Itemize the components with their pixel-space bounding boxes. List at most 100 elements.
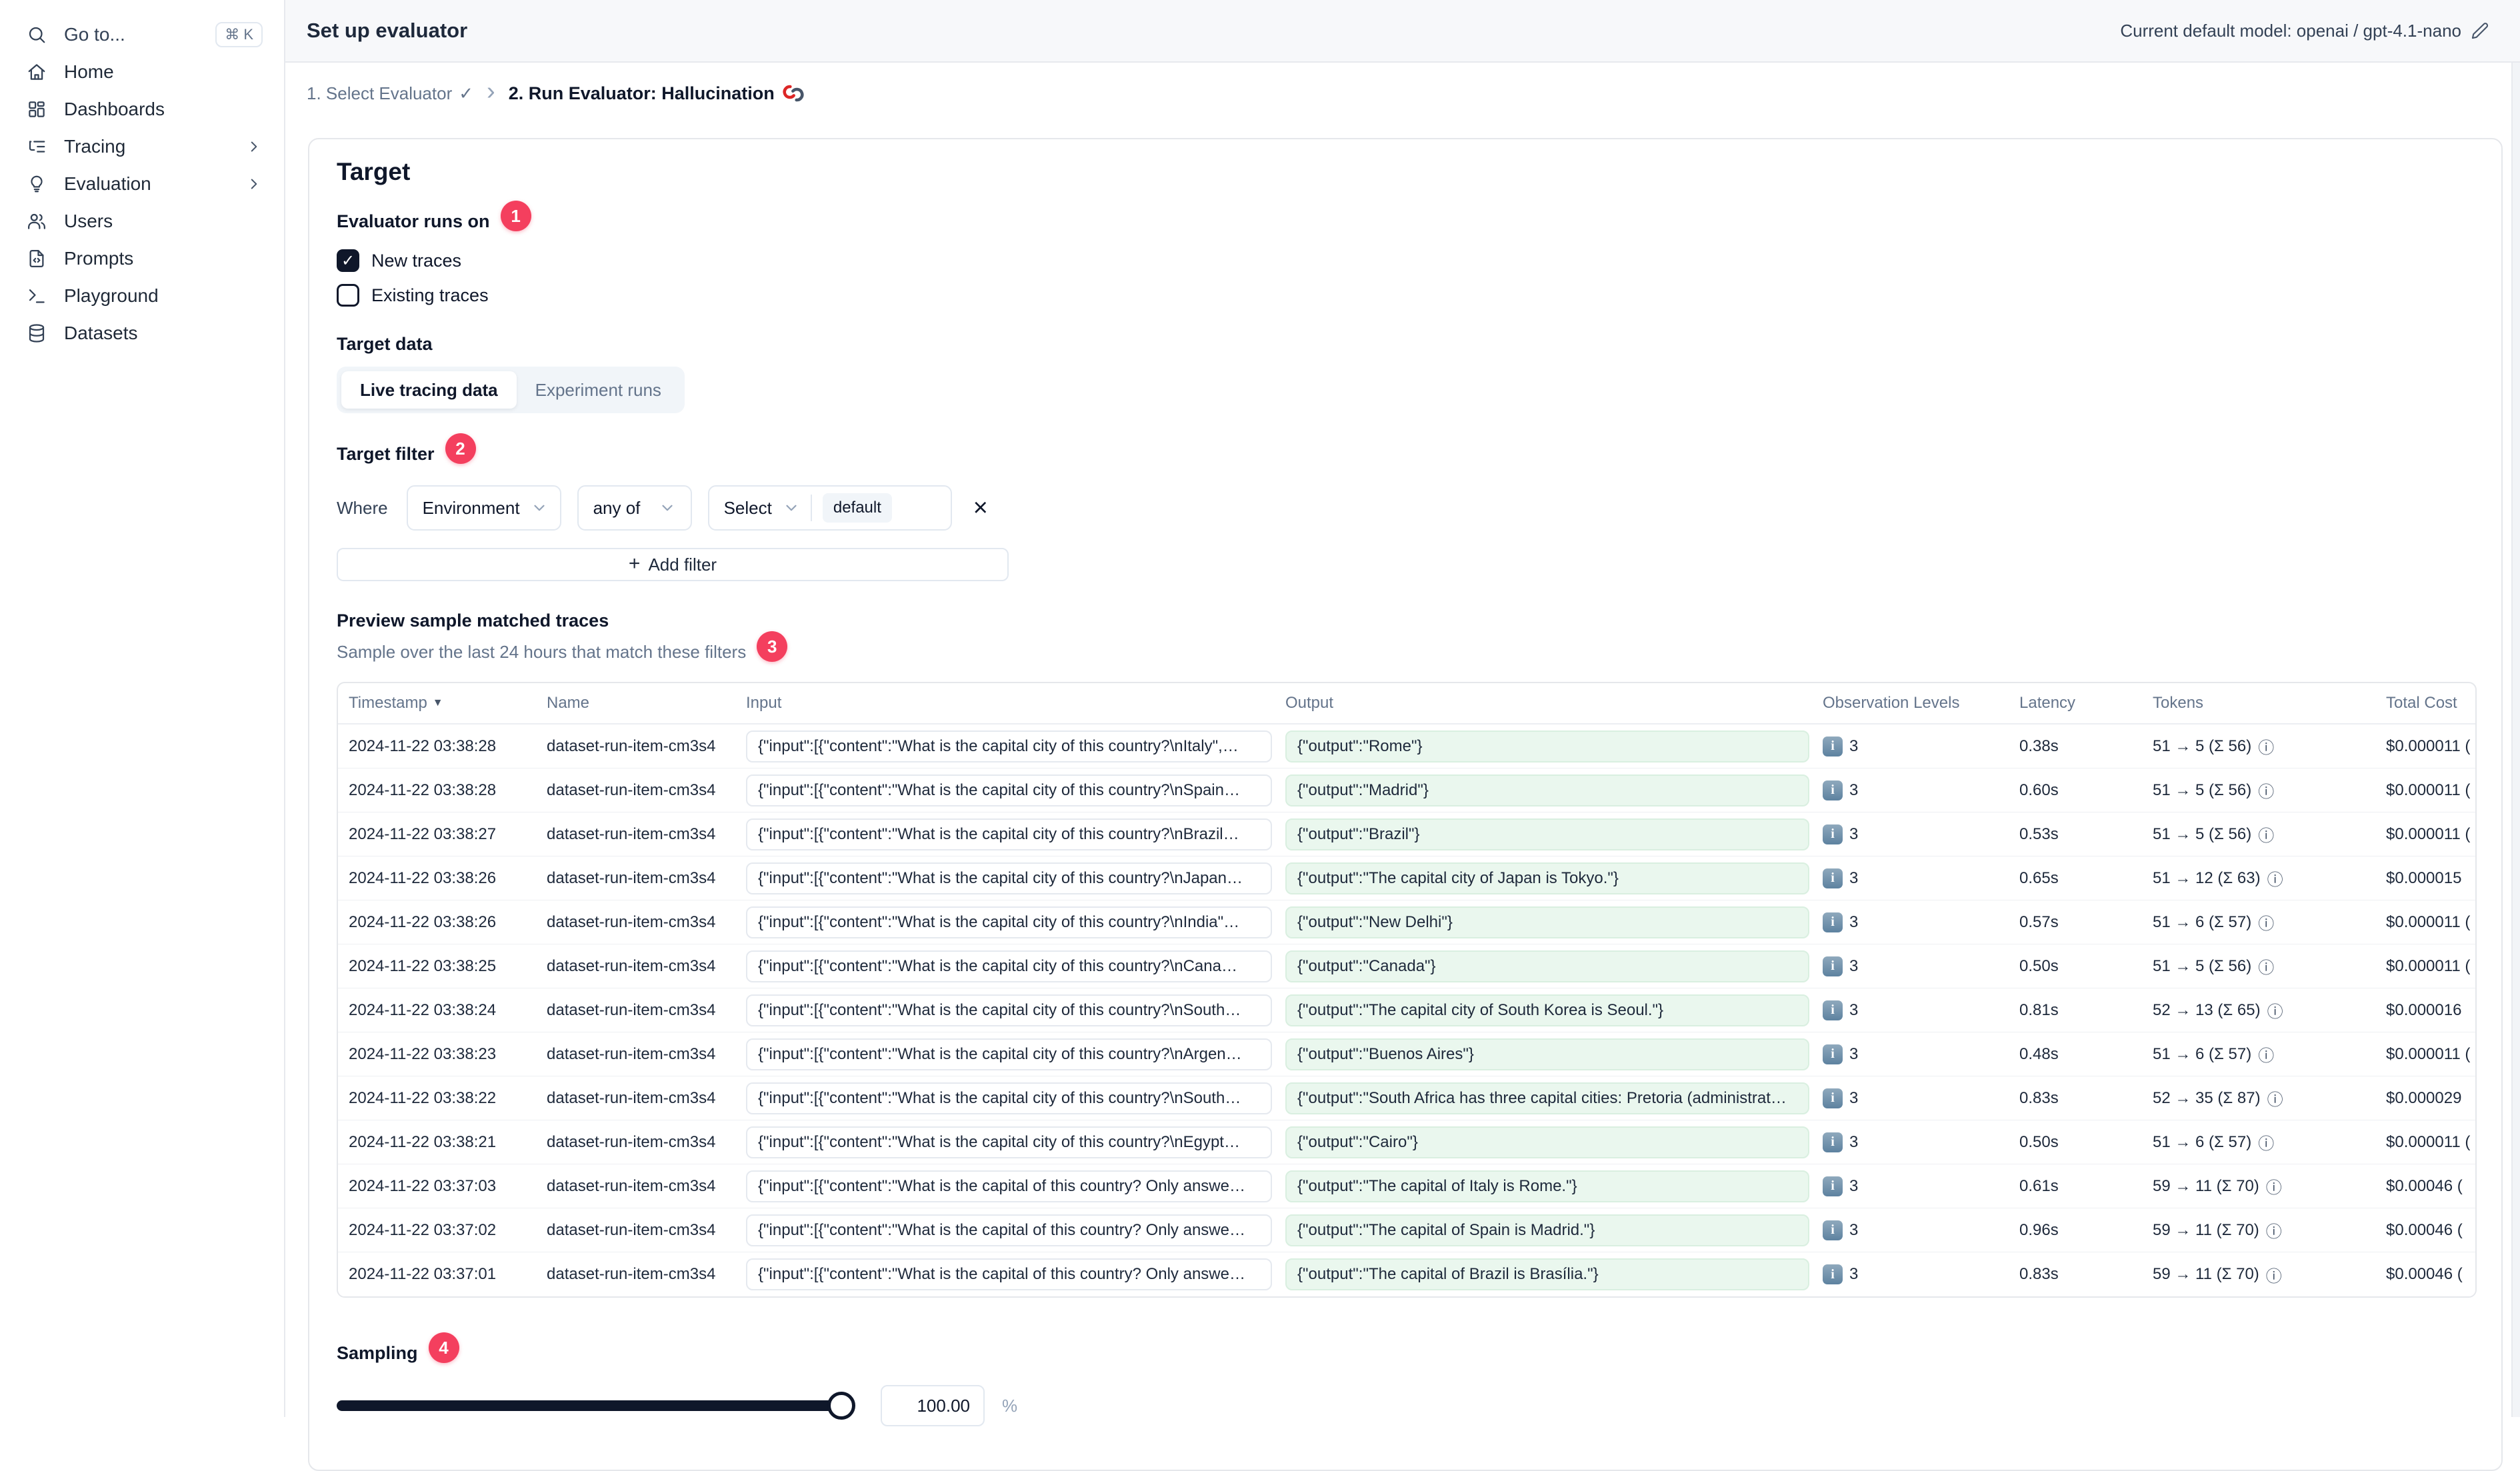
cell-output: {"output":"Cairo"} — [1285, 1126, 1823, 1158]
input-json-box[interactable]: {"input":[{"content":"What is the capita… — [746, 906, 1272, 938]
sidebar-item-users[interactable]: Users — [17, 203, 272, 240]
output-json-box[interactable]: {"output":"South Africa has three capita… — [1285, 1082, 1809, 1114]
cell-name: dataset-run-item-cm3s4 — [547, 1088, 716, 1107]
tab-experiment-runs[interactable]: Experiment runs — [517, 371, 680, 409]
col-tokens[interactable]: Tokens — [2153, 694, 2386, 713]
col-name[interactable]: Name — [547, 694, 746, 713]
default-model-label: Current default model: openai / gpt-4.1-… — [2120, 20, 2461, 41]
table-row[interactable]: 2024-11-22 03:37:03 dataset-run-item-cm3… — [338, 1164, 2475, 1208]
checkbox-existing-traces[interactable]: Existing traces — [337, 281, 2475, 310]
table-row[interactable]: 2024-11-22 03:37:02 dataset-run-item-cm3… — [338, 1208, 2475, 1252]
col-latency[interactable]: Latency — [2019, 694, 2153, 713]
col-input[interactable]: Input — [746, 694, 1285, 713]
sidebar-item-label: Prompts — [64, 248, 134, 269]
pencil-icon[interactable] — [2471, 21, 2489, 40]
filter-value-chip[interactable]: default — [822, 493, 892, 523]
input-json-box[interactable]: {"input":[{"content":"What is the capita… — [746, 1126, 1272, 1158]
input-json-box[interactable]: {"input":[{"content":"What is the capita… — [746, 1258, 1272, 1290]
input-json-box[interactable]: {"input":[{"content":"What is the capita… — [746, 1038, 1272, 1070]
cell-name: dataset-run-item-cm3s4 — [547, 1220, 716, 1239]
filter-field-select[interactable]: Environment — [406, 485, 561, 531]
cell-input: {"input":[{"content":"What is the capita… — [746, 1170, 1285, 1202]
checkbox-checked-icon[interactable]: ✓ — [337, 249, 359, 272]
input-json-box[interactable]: {"input":[{"content":"What is the capita… — [746, 1170, 1272, 1202]
output-json-box[interactable]: {"output":"The capital city of South Kor… — [1285, 994, 1809, 1026]
table-row[interactable]: 2024-11-22 03:38:28 dataset-run-item-cm3… — [338, 768, 2475, 812]
default-model[interactable]: Current default model: openai / gpt-4.1-… — [2120, 21, 2489, 41]
checkbox-new-traces[interactable]: ✓ New traces — [337, 246, 2475, 275]
tab-live-tracing-data[interactable]: Live tracing data — [341, 371, 517, 409]
cell-latency: 0.57s — [2019, 912, 2059, 931]
sidebar-item-home[interactable]: Home — [17, 53, 272, 91]
terminal-icon — [27, 285, 49, 307]
sampling-value-input[interactable]: 100.00 — [881, 1385, 985, 1426]
table-row[interactable]: 2024-11-22 03:38:23 dataset-run-item-cm3… — [338, 1032, 2475, 1076]
table-row[interactable]: 2024-11-22 03:37:01 dataset-run-item-cm3… — [338, 1252, 2475, 1296]
add-filter-button[interactable]: + Add filter — [337, 548, 1009, 581]
table-row[interactable]: 2024-11-22 03:38:24 dataset-run-item-cm3… — [338, 988, 2475, 1032]
sidebar-item-evaluation[interactable]: Evaluation — [17, 165, 272, 203]
cell-timestamp: 2024-11-22 03:37:01 — [349, 1265, 497, 1283]
input-json-box[interactable]: {"input":[{"content":"What is the capita… — [746, 1082, 1272, 1114]
sampling-slider[interactable] — [337, 1392, 855, 1420]
output-json-box[interactable]: {"output":"The capital city of Japan is … — [1285, 862, 1809, 894]
cell-input: {"input":[{"content":"What is the capita… — [746, 1126, 1285, 1158]
sidebar-item-prompts[interactable]: Prompts — [17, 240, 272, 277]
table-row[interactable]: 2024-11-22 03:38:26 dataset-run-item-cm3… — [338, 900, 2475, 944]
input-json-box[interactable]: {"input":[{"content":"What is the capita… — [746, 730, 1272, 762]
output-json-box[interactable]: {"output":"The capital of Italy is Rome.… — [1285, 1170, 1809, 1202]
output-json-box[interactable]: {"output":"Rome"} — [1285, 730, 1809, 762]
step-select-evaluator[interactable]: 1. Select Evaluator ✓ — [307, 83, 473, 104]
input-json-box[interactable]: {"input":[{"content":"What is the capita… — [746, 818, 1272, 850]
cell-name: dataset-run-item-cm3s4 — [547, 1000, 716, 1019]
sidebar-item-tracing[interactable]: Tracing — [17, 128, 272, 165]
sidebar-item-datasets[interactable]: Datasets — [17, 315, 272, 352]
page-title: Set up evaluator — [307, 19, 468, 42]
search-icon — [27, 23, 49, 46]
remove-filter-button[interactable]: × — [968, 495, 993, 521]
col-timestamp[interactable]: Timestamp ▼ — [349, 694, 547, 713]
col-observation-levels[interactable]: Observation Levels — [1823, 694, 2019, 713]
table-row[interactable]: 2024-11-22 03:38:25 dataset-run-item-cm3… — [338, 944, 2475, 988]
slider-thumb[interactable] — [827, 1392, 855, 1420]
output-json-box[interactable]: {"output":"New Delhi"} — [1285, 906, 1809, 938]
chevron-down-icon — [531, 499, 548, 517]
scrollbar[interactable] — [2511, 63, 2520, 1417]
table-row[interactable]: 2024-11-22 03:38:22 dataset-run-item-cm3… — [338, 1076, 2475, 1120]
output-json-box[interactable]: {"output":"The capital of Spain is Madri… — [1285, 1214, 1809, 1246]
sidebar-item-label: Evaluation — [64, 173, 151, 194]
output-json-box[interactable]: {"output":"Madrid"} — [1285, 774, 1809, 806]
chevron-right-icon — [245, 138, 263, 155]
info-emoji-icon: i — [1823, 736, 1843, 756]
filter-value-select[interactable]: Select default — [707, 485, 952, 531]
col-total-cost[interactable]: Total Cost — [2386, 694, 2475, 713]
checkbox-unchecked-icon[interactable] — [337, 284, 359, 307]
cell-name: dataset-run-item-cm3s4 — [547, 1044, 716, 1063]
input-json-box[interactable]: {"input":[{"content":"What is the capita… — [746, 994, 1272, 1026]
output-json-box[interactable]: {"output":"The capital of Brazil is Bras… — [1285, 1258, 1809, 1290]
table-row[interactable]: 2024-11-22 03:38:27 dataset-run-item-cm3… — [338, 812, 2475, 856]
cell-name: dataset-run-item-cm3s4 — [547, 824, 716, 843]
info-icon: ⓘ — [2258, 1047, 2275, 1065]
table-row[interactable]: 2024-11-22 03:38:28 dataset-run-item-cm3… — [338, 725, 2475, 768]
output-json-box[interactable]: {"output":"Brazil"} — [1285, 818, 1809, 850]
output-json-box[interactable]: {"output":"Cairo"} — [1285, 1126, 1809, 1158]
sidebar-item-dashboards[interactable]: Dashboards — [17, 91, 272, 128]
table-row[interactable]: 2024-11-22 03:38:21 dataset-run-item-cm3… — [338, 1120, 2475, 1164]
input-json-box[interactable]: {"input":[{"content":"What is the capita… — [746, 862, 1272, 894]
input-json-box[interactable]: {"input":[{"content":"What is the capita… — [746, 774, 1272, 806]
filter-operator-select[interactable]: any of — [577, 485, 692, 531]
input-json-box[interactable]: {"input":[{"content":"What is the capita… — [746, 950, 1272, 982]
cell-total-cost: $0.000011 ( — [2386, 736, 2471, 755]
cell-name: dataset-run-item-cm3s4 — [547, 868, 716, 887]
output-json-box[interactable]: {"output":"Canada"} — [1285, 950, 1809, 982]
table-row[interactable]: 2024-11-22 03:38:26 dataset-run-item-cm3… — [338, 856, 2475, 900]
sidebar-item-playground[interactable]: Playground — [17, 277, 272, 315]
input-json-box[interactable]: {"input":[{"content":"What is the capita… — [746, 1214, 1272, 1246]
output-json-box[interactable]: {"output":"Buenos Aires"} — [1285, 1038, 1809, 1070]
cell-total-cost: $0.00046 ( — [2386, 1176, 2463, 1195]
cell-output: {"output":"Buenos Aires"} — [1285, 1038, 1823, 1070]
goto-search[interactable]: Go to... ⌘ K — [17, 16, 272, 53]
evaluator-runs-on-label: Evaluator runs on 1 — [337, 201, 2475, 237]
col-output[interactable]: Output — [1285, 694, 1823, 713]
